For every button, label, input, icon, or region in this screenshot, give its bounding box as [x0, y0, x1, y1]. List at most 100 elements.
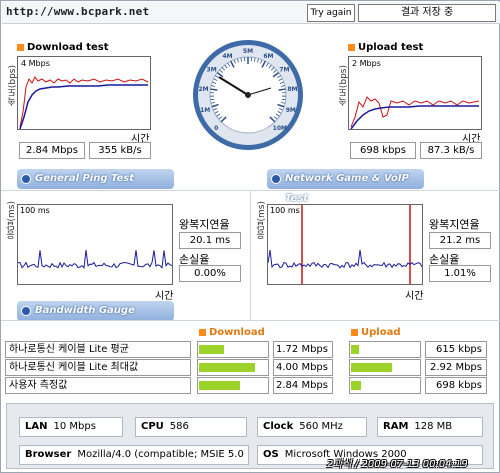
cpu-label: CPU: [141, 421, 164, 432]
upload-value: 2.92 Mbps: [425, 359, 487, 376]
download-bar: [197, 341, 269, 358]
timestamp-overlay: 2과석 / 2009-07-13 00:04:19: [327, 459, 468, 470]
game-banner-text: Network Game & VoIP Test: [285, 173, 409, 204]
ping-banner-text: General Ping Test: [35, 173, 135, 184]
upload-chart: 2 Mbps: [348, 56, 482, 130]
download-title: Download test: [17, 42, 109, 53]
bandwidth-banner: Bandwidth Gauge: [17, 301, 174, 321]
ping-banner: General Ping Test: [17, 169, 174, 189]
game-banner: Network Game & VoIP Test: [267, 169, 424, 204]
vertical-divider: [250, 190, 251, 320]
download-chart: 4 Mbps: [17, 56, 151, 130]
browser-value: Mozilla/4.0 (compatible; MSIE 5.0: [77, 449, 244, 460]
upload-bar: [349, 359, 421, 376]
download-trace-blue: [19, 84, 148, 130]
gauge-tick-label: 6M: [263, 53, 273, 60]
bandwidth-upload-header-text: Upload: [361, 327, 401, 338]
speed-gauge: 0 1M 2M 3M 4M 5M 6M 7M 8M 9M 10M: [191, 38, 305, 152]
game-chart: 100 ms: [267, 204, 423, 285]
ping-trace-svg: [17, 249, 173, 269]
bandwidth-row-label: 사용자 측정값: [5, 377, 191, 394]
cpu-value: 586: [169, 421, 189, 432]
ram-label: RAM: [383, 421, 409, 432]
gauge-dial-svg: 0 1M 2M 3M 4M 5M 6M 7M 8M 9M 10M: [193, 40, 303, 150]
upload-title-text: Upload test: [358, 42, 424, 53]
gauge-tick-label: 7M: [279, 67, 289, 74]
gauge-tick-label: 10M: [273, 125, 287, 132]
horizontal-divider-2: [1, 320, 500, 321]
orange-square-icon: [348, 44, 355, 51]
ping-scale-label: 100 ms: [20, 206, 50, 215]
game-rtt-value: 21.2 ms: [429, 232, 491, 249]
try-again-button[interactable]: Try again: [307, 4, 355, 22]
game-trace-blue: [267, 249, 423, 269]
orange-square-icon: [199, 329, 206, 336]
upload-trace-red: [350, 96, 480, 128]
save-status-box: 결과 저장 중: [358, 4, 496, 22]
cpu-info: CPU 586: [135, 417, 247, 437]
orange-square-icon: [351, 329, 358, 336]
download-title-text: Download test: [27, 42, 109, 53]
upload-speed-kBs: 87.3 kB/s: [420, 142, 482, 159]
ram-info: RAM 128 MB: [377, 417, 483, 437]
upload-speed-kbps: 698 kbps: [350, 142, 416, 159]
bandwidth-download-header: Download: [199, 327, 265, 338]
game-trace-svg: [267, 205, 423, 284]
ping-trace-blue: [17, 249, 173, 269]
bandwidth-row-label: 하나로통신 케이블 Lite 최대값: [5, 359, 191, 376]
ping-x-label: 시간: [155, 291, 174, 302]
bandwidth-banner-text: Bandwidth Gauge: [35, 305, 135, 316]
gauge-tick: [210, 98, 215, 101]
speedtest-window: http://www.bcpark.net Try again 결과 저장 중 …: [0, 0, 500, 473]
os-label: OS: [263, 449, 279, 460]
download-value: 4.00 Mbps: [273, 359, 333, 376]
bandwidth-upload-header: Upload: [351, 327, 400, 338]
gauge-tick-label: 2M: [198, 86, 208, 93]
bandwidth-download-header-text: Download: [209, 327, 265, 338]
gauge-tick-label: 9M: [286, 107, 296, 114]
game-icon: [271, 174, 281, 184]
download-scale-label: 4 Mbps: [21, 59, 50, 68]
ping-rtt-value: 20.1 ms: [179, 232, 241, 249]
top-bar: http://www.bcpark.net Try again 결과 저장 중: [2, 2, 500, 24]
download-bar: [197, 377, 269, 394]
game-loss-value: 1.01%: [429, 265, 491, 282]
download-speed-kBs: 355 kB/s: [89, 142, 151, 159]
game-rtt-label: 왕복지연율: [429, 218, 480, 231]
download-bar-fill: [199, 345, 224, 354]
gauge-tick-label: 5M: [243, 48, 253, 55]
download-speed-mbps: 2.84 Mbps: [19, 142, 85, 159]
upload-trace-blue: [350, 105, 479, 130]
upload-bar-fill: [351, 345, 360, 354]
download-bar-fill: [199, 363, 255, 372]
lan-info: LAN 10 Mbps: [19, 417, 123, 437]
ping-chart: 100 ms: [17, 204, 173, 285]
browser-info: Browser Mozilla/4.0 (compatible; MSIE 5.0: [19, 445, 249, 465]
bandwidth-icon: [21, 306, 31, 316]
site-url[interactable]: http://www.bcpark.net: [6, 5, 149, 18]
gauge-tick-label: 4M: [222, 53, 232, 60]
game-x-label: 시간: [405, 291, 424, 302]
gauge-tick-label: 0: [214, 125, 218, 132]
lan-label: LAN: [25, 421, 48, 432]
ram-value: 128 MB: [414, 421, 453, 432]
lan-value: 10 Mbps: [53, 421, 96, 432]
upload-value: 615 kbps: [425, 341, 487, 358]
clock-label: Clock: [263, 421, 294, 432]
orange-square-icon: [17, 44, 24, 51]
ping-rtt-label: 왕복지연율: [179, 218, 230, 231]
download-value: 2.84 Mbps: [273, 377, 333, 394]
gauge-tick: [281, 98, 286, 101]
download-value: 1.72 Mbps: [273, 341, 333, 358]
upload-scale-label: 2 Mbps: [352, 59, 381, 68]
ping-loss-value: 0.00%: [179, 265, 241, 282]
upload-value: 698 kbps: [425, 377, 487, 394]
upload-bar: [349, 377, 421, 394]
upload-bar-fill: [351, 363, 392, 372]
upload-bar-fill: [351, 381, 361, 390]
browser-label: Browser: [25, 449, 72, 460]
ping-icon: [21, 174, 31, 184]
gauge-tick-label: 3M: [207, 67, 217, 74]
bandwidth-row-label: 하나로통신 케이블 Lite 평균: [5, 341, 191, 358]
gauge-tick-label: 8M: [287, 86, 297, 93]
